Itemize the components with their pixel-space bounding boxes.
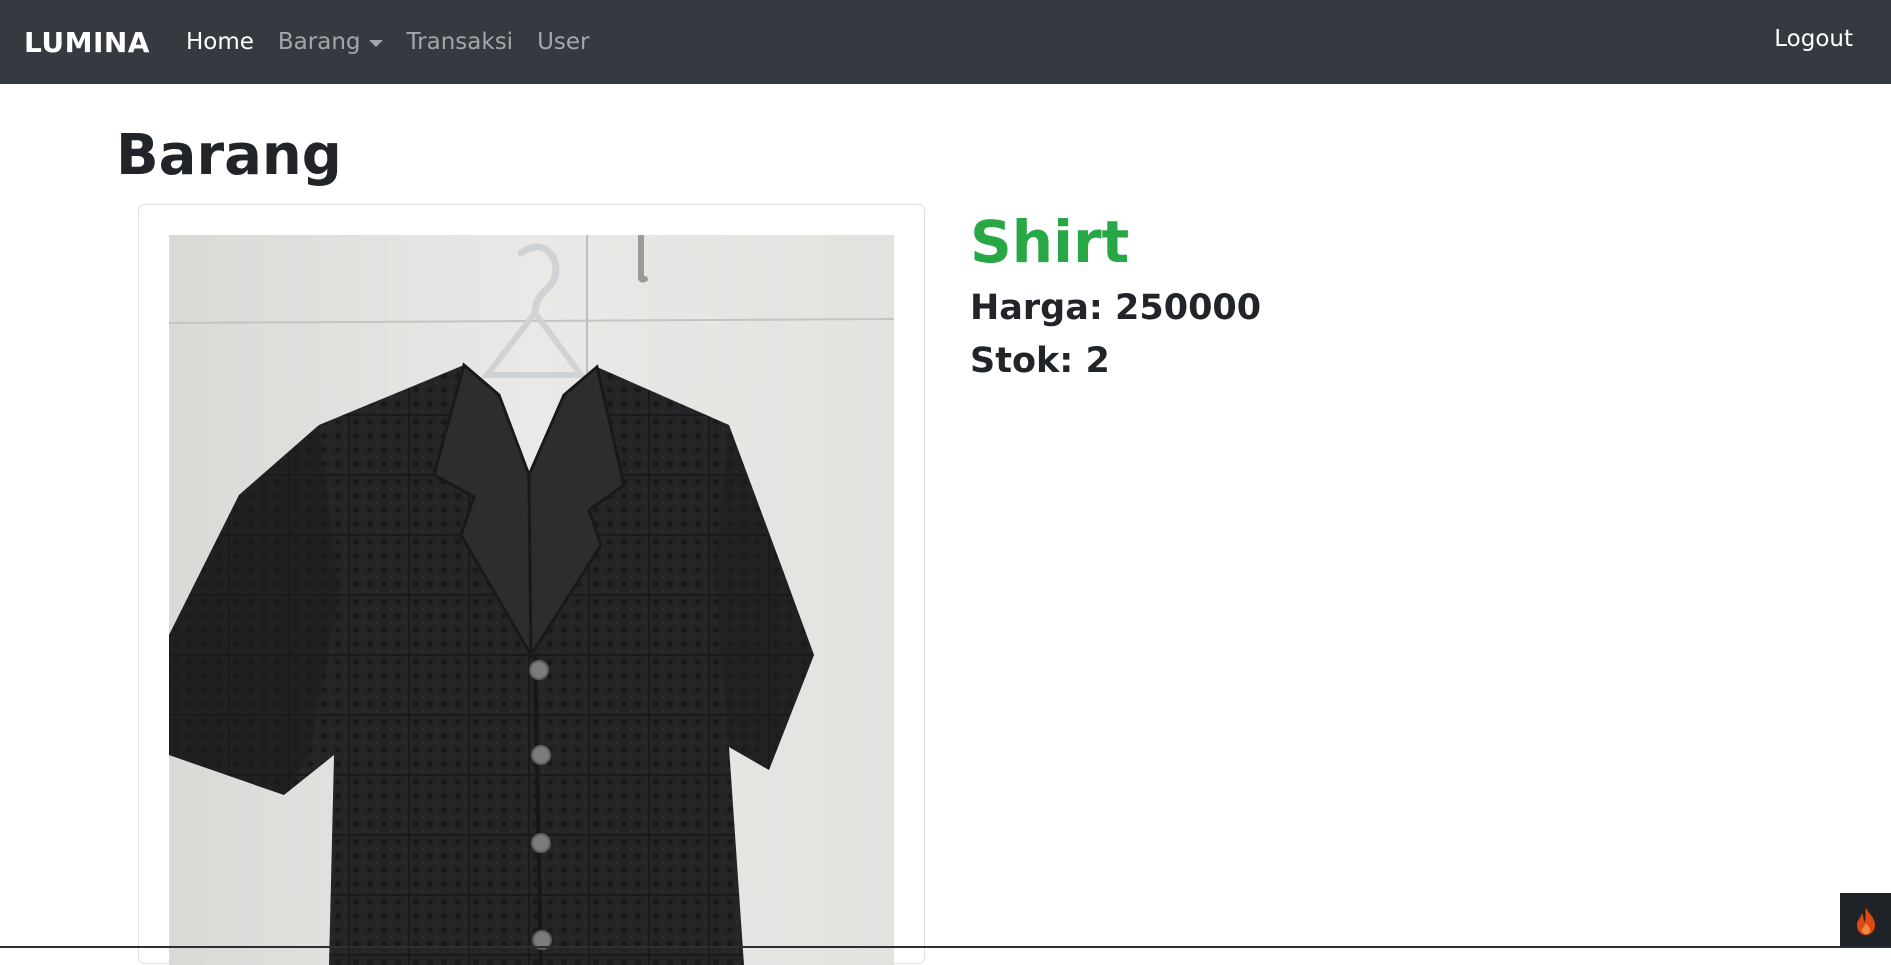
nav-barang-dropdown[interactable]: Barang: [278, 29, 383, 55]
page-title: Barang: [116, 123, 342, 188]
nav-barang-label: Barang: [277, 29, 361, 55]
logout-link[interactable]: Logout: [1774, 26, 1853, 52]
caret-down-icon: [368, 39, 383, 47]
product-price: Harga: 250000: [970, 287, 1262, 328]
top-navbar: LUMINA Home Barang Transaksi User Logout: [0, 0, 1891, 84]
product-photo: [169, 235, 894, 965]
product-image-card: [138, 204, 925, 965]
nav-transaksi[interactable]: Transaksi: [407, 29, 514, 55]
nav-home[interactable]: Home: [186, 29, 254, 55]
product-details: Shirt Harga: 250000 Stok: 2: [970, 208, 1261, 385]
flame-icon: [1856, 906, 1875, 935]
debug-toolbar-button[interactable]: [1840, 893, 1891, 948]
product-stock: Stok: 2: [970, 341, 1110, 382]
product-name: Shirt: [970, 208, 1130, 276]
nav-user[interactable]: User: [537, 29, 589, 55]
brand-logo[interactable]: LUMINA: [24, 26, 150, 59]
